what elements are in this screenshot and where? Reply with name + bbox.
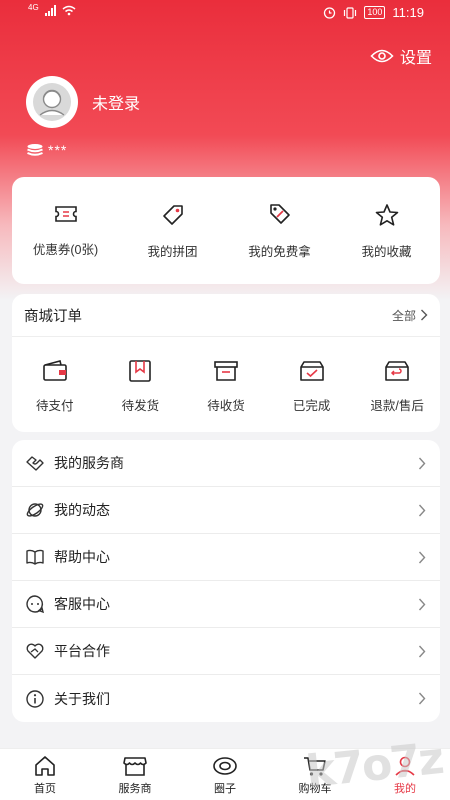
tag-icon bbox=[162, 205, 183, 225]
coin-stack-icon bbox=[27, 144, 43, 156]
pending-payment-label: 待支付 bbox=[36, 399, 74, 413]
orders-title: 商城订单 bbox=[24, 308, 82, 325]
wifi-icon bbox=[62, 5, 76, 16]
favorites-label: 我的收藏 bbox=[361, 245, 412, 259]
bottom-tab-bar: 首页 服务商 圈子 购物车 我的 bbox=[0, 748, 450, 800]
coupon-entry[interactable]: 优惠券(0张) bbox=[12, 177, 119, 284]
settings-label: 设置 bbox=[399, 50, 432, 67]
tab-circle[interactable]: 圈子 bbox=[180, 749, 270, 800]
free-get-entry[interactable]: 我的免费拿 bbox=[226, 177, 333, 284]
chevron-right-icon bbox=[418, 551, 426, 563]
profile-icon bbox=[395, 756, 415, 776]
favorites-entry[interactable]: 我的收藏 bbox=[333, 177, 440, 284]
coupon-label: 优惠券(0张) bbox=[32, 243, 99, 257]
tab-label: 购物车 bbox=[298, 783, 332, 795]
quick-actions-card: 优惠券(0张) 我的拼团 我的免费拿 我的收藏 bbox=[12, 177, 440, 284]
tab-label: 首页 bbox=[34, 783, 56, 795]
completed-label: 已完成 bbox=[292, 399, 331, 413]
menu-label: 关于我们 bbox=[54, 690, 110, 707]
menu-item-service-provider[interactable]: 我的服务商 bbox=[12, 440, 440, 487]
store-icon bbox=[123, 757, 147, 776]
menu-item-customer-service[interactable]: 客服中心 bbox=[12, 581, 440, 628]
status-bar: 4G 100 11:19 bbox=[0, 0, 450, 26]
book-icon bbox=[24, 546, 46, 568]
tab-label: 服务商 bbox=[118, 783, 152, 795]
network-label: 4G bbox=[28, 3, 39, 12]
menu-label: 我的动态 bbox=[54, 502, 110, 518]
eye-settings-icon bbox=[370, 49, 394, 63]
mall-orders-card: 商城订单 全部 待支付 待发货 待收货 已完成 退款/售后 bbox=[12, 294, 440, 432]
heart-hands-icon bbox=[24, 640, 46, 662]
menu-item-about-us[interactable]: 关于我们 bbox=[12, 675, 440, 722]
free-tag-icon bbox=[269, 204, 290, 224]
view-all-orders-button[interactable]: 全部 bbox=[392, 307, 428, 324]
menu-label: 客服中心 bbox=[54, 596, 110, 612]
tab-service-provider[interactable]: 服务商 bbox=[90, 749, 180, 800]
order-pending-receipt[interactable]: 待收货 bbox=[183, 337, 269, 432]
order-completed[interactable]: 已完成 bbox=[269, 337, 355, 432]
circle-icon bbox=[213, 757, 237, 775]
chevron-right-icon bbox=[418, 645, 426, 657]
service-menu-card: 我的服务商 我的动态 帮助中心 客服中心 平台合作 关于我们 bbox=[12, 440, 440, 722]
star-icon bbox=[375, 204, 398, 226]
coupon-icon bbox=[54, 206, 77, 222]
pending-shipment-label: 待发货 bbox=[121, 399, 160, 413]
chat-icon bbox=[24, 593, 46, 615]
avatar[interactable] bbox=[26, 76, 78, 128]
settings-button[interactable]: 设置 bbox=[370, 44, 432, 68]
refund-label: 退款/售后 bbox=[370, 399, 424, 413]
tab-label: 我的 bbox=[394, 783, 416, 795]
battery-icon: 100 bbox=[364, 6, 386, 19]
free-get-label: 我的免费拿 bbox=[248, 245, 311, 259]
menu-item-partnership[interactable]: 平台合作 bbox=[12, 628, 440, 675]
user-avatar-icon bbox=[33, 83, 71, 121]
tab-cart[interactable]: 购物车 bbox=[270, 749, 360, 800]
order-refund-aftersale[interactable]: 退款/售后 bbox=[354, 337, 440, 432]
menu-label: 平台合作 bbox=[54, 643, 110, 659]
refund-box-icon bbox=[385, 361, 409, 381]
pending-receipt-label: 待收货 bbox=[207, 399, 245, 413]
package-icon bbox=[129, 360, 152, 382]
view-all-label: 全部 bbox=[391, 308, 416, 323]
menu-label: 帮助中心 bbox=[54, 549, 110, 565]
clock: 11:19 bbox=[392, 5, 424, 20]
menu-item-help-center[interactable]: 帮助中心 bbox=[12, 534, 440, 581]
login-status[interactable]: 未登录 bbox=[92, 90, 140, 114]
orders-header: 商城订单 全部 bbox=[12, 294, 440, 337]
order-pending-payment[interactable]: 待支付 bbox=[12, 337, 98, 432]
order-pending-shipment[interactable]: 待发货 bbox=[98, 337, 184, 432]
points-value: *** bbox=[48, 142, 68, 158]
menu-item-my-posts[interactable]: 我的动态 bbox=[12, 487, 440, 534]
info-icon bbox=[24, 688, 46, 710]
group-buy-entry[interactable]: 我的拼团 bbox=[119, 177, 226, 284]
cart-icon bbox=[304, 757, 326, 776]
menu-label: 我的服务商 bbox=[54, 455, 124, 471]
chevron-right-icon bbox=[418, 692, 426, 705]
completed-box-icon bbox=[299, 361, 324, 381]
alarm-icon bbox=[324, 7, 336, 19]
tab-home[interactable]: 首页 bbox=[0, 749, 90, 800]
points-balance: *** bbox=[26, 142, 67, 158]
vibrate-icon bbox=[344, 6, 357, 19]
tab-label: 圈子 bbox=[214, 783, 236, 795]
chevron-right-icon bbox=[418, 457, 426, 469]
signal-icon bbox=[44, 5, 56, 16]
chevron-right-icon bbox=[418, 504, 426, 516]
home-icon bbox=[35, 756, 55, 776]
planet-icon bbox=[24, 499, 46, 521]
handshake-icon bbox=[24, 452, 46, 474]
wallet-icon bbox=[42, 360, 67, 381]
receive-box-icon bbox=[214, 361, 238, 381]
chevron-right-icon bbox=[418, 598, 426, 610]
tab-mine[interactable]: 我的 bbox=[360, 749, 450, 800]
group-buy-label: 我的拼团 bbox=[147, 245, 198, 259]
chevron-right-icon bbox=[421, 309, 428, 321]
